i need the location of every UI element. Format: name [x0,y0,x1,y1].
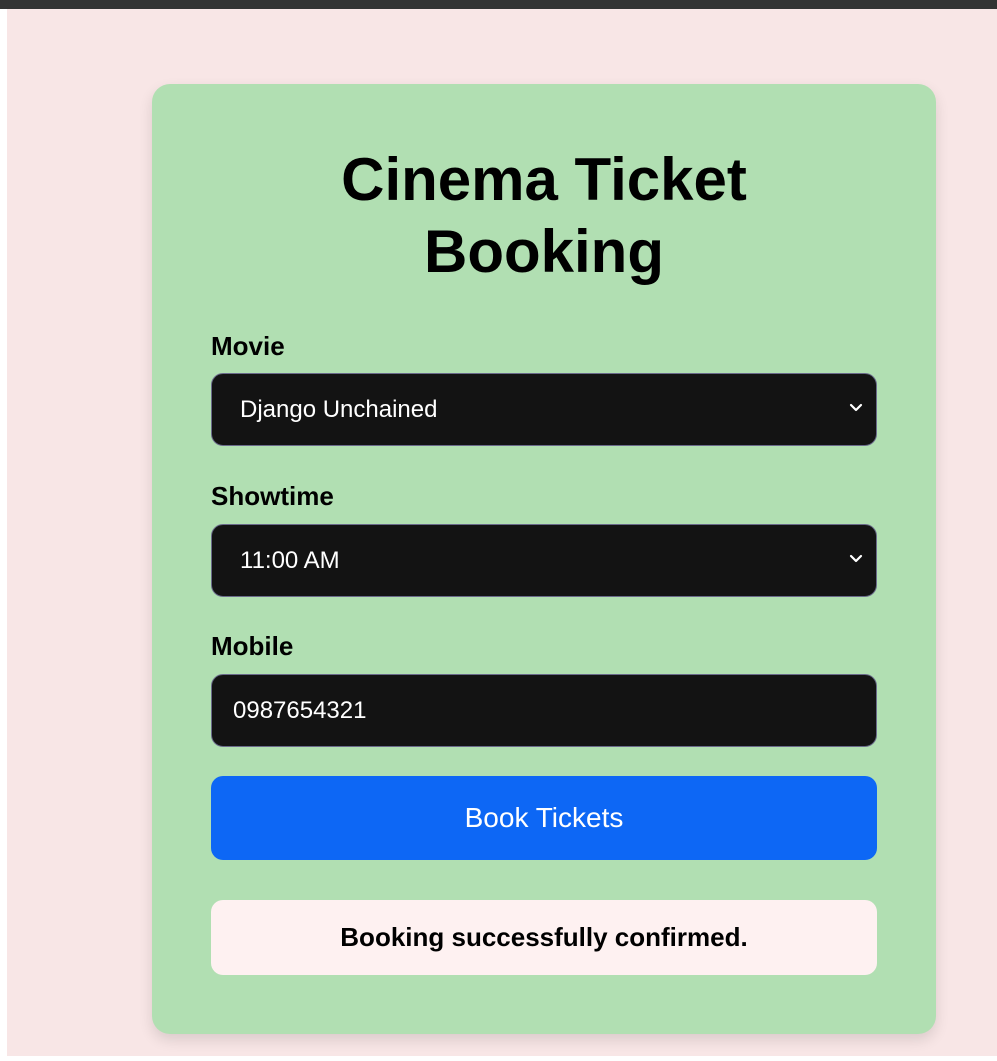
movie-select[interactable]: Django Unchained [211,373,877,446]
showtime-label: Showtime [211,481,334,511]
booking-card: Cinema Ticket Booking Movie Django Uncha… [152,84,936,1034]
showtime-selected-value: 11:00 AM [240,547,340,574]
mobile-input[interactable]: 0987654321 [211,674,877,747]
booking-status-message: Booking successfully confirmed. [211,900,877,975]
bottom-page-edge [0,1056,997,1061]
mobile-input-value: 0987654321 [233,697,367,724]
left-page-edge [0,9,7,1061]
browser-top-bar [0,0,997,9]
booking-page: Cinema Ticket Booking Movie Django Uncha… [0,0,997,1061]
title-line-1: Cinema Ticket [341,146,747,213]
title-line-2: Booking [424,218,664,285]
chevron-down-icon [849,403,863,412]
showtime-select[interactable]: 11:00 AM [211,524,877,597]
movie-selected-value: Django Unchained [240,396,438,423]
chevron-down-icon [849,554,863,563]
page-title: Cinema Ticket Booking [152,144,936,288]
mobile-label: Mobile [211,631,294,661]
book-tickets-button[interactable]: Book Tickets [211,776,877,860]
movie-label: Movie [211,331,285,361]
